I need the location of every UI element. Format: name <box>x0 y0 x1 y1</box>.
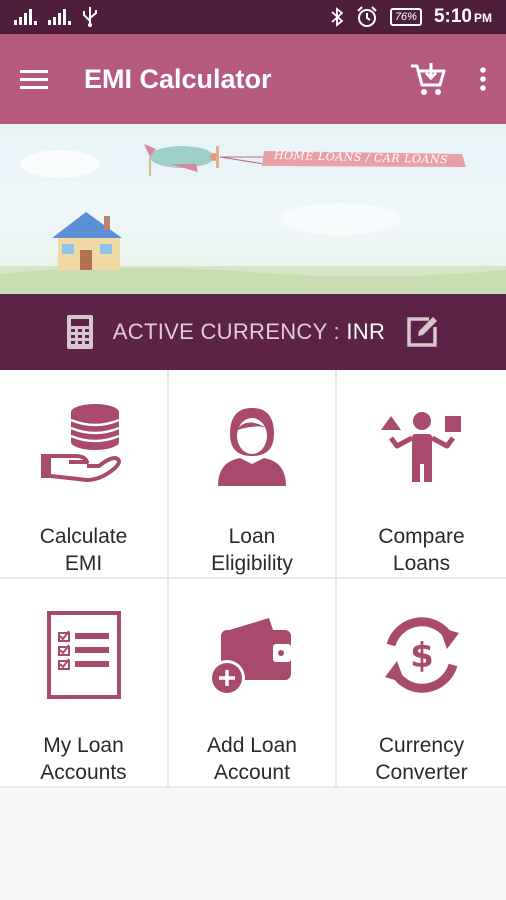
my-loan-accounts-label: My Loan Accounts <box>40 734 127 784</box>
currency-exchange-icon: $ <box>377 601 467 708</box>
bluetooth-icon <box>331 7 344 27</box>
more-vert-icon[interactable] <box>480 67 486 91</box>
clock-time: 5:10 <box>433 6 472 27</box>
currency-converter-tile[interactable]: $ Currency Converter <box>337 579 506 788</box>
header-banner: HOME LOANS / CAR LOANS <box>0 124 506 294</box>
loan-eligibility-tile[interactable]: Loan Eligibility <box>169 370 337 579</box>
active-currency-text: ACTIVE CURRENCY : INR <box>113 319 385 345</box>
status-right: 76% 5:10 PM <box>330 6 492 28</box>
compare-loans-tile[interactable]: Compare Loans <box>337 370 506 579</box>
app-bar: EMI Calculator <box>0 34 506 124</box>
add-to-cart-icon[interactable] <box>410 62 446 96</box>
loan-eligibility-label: Loan Eligibility <box>211 525 293 575</box>
calculate-emi-tile[interactable]: Calculate EMI <box>0 370 169 579</box>
battery-icon: 76% <box>389 8 422 26</box>
calculate-emi-label: Calculate EMI <box>39 525 128 575</box>
calculator-icon <box>66 315 93 349</box>
app-title: EMI Calculator <box>84 63 272 94</box>
signal-icon <box>48 9 71 25</box>
person-icon <box>216 392 288 499</box>
house-icon <box>52 212 122 270</box>
status-left <box>14 7 98 27</box>
clock-suffix: PM <box>474 11 492 25</box>
alarm-icon <box>357 6 377 27</box>
active-currency-label: ACTIVE CURRENCY : <box>112 319 347 344</box>
signal-icon <box>14 9 37 25</box>
airplane-icon <box>144 144 219 176</box>
compare-juggle-icon <box>379 392 465 499</box>
svg-text:$: $ <box>410 636 434 676</box>
usb-icon <box>83 7 97 27</box>
clock: 5:10 PM <box>434 6 492 28</box>
wallet-add-icon <box>207 601 297 708</box>
compare-loans-label: Compare Loans <box>378 525 465 575</box>
edit-icon[interactable] <box>405 315 439 349</box>
my-loan-accounts-tile[interactable]: My Loan Accounts <box>0 579 169 788</box>
currency-converter-label: Currency Converter <box>375 734 468 784</box>
currency-bar: ACTIVE CURRENCY : INR <box>0 294 506 370</box>
add-loan-account-tile[interactable]: Add Loan Account <box>169 579 337 788</box>
status-bar: 76% 5:10 PM <box>0 0 506 34</box>
add-loan-account-label: Add Loan Account <box>207 734 297 784</box>
active-currency-value: INR <box>346 319 386 344</box>
checklist-icon <box>46 601 121 708</box>
feature-grid: Calculate EMI Loan Eligibility Compare L… <box>0 370 506 788</box>
hamburger-menu-icon[interactable] <box>20 68 48 90</box>
coins-hand-icon <box>39 392 129 499</box>
